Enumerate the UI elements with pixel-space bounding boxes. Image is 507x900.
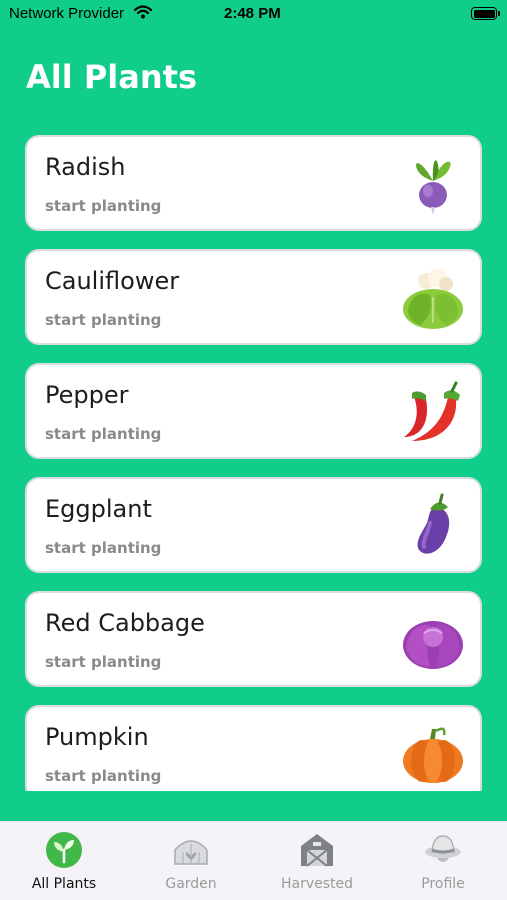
page-title: All Plants	[26, 58, 197, 96]
plant-card-radish[interactable]: Radish start planting	[25, 135, 482, 231]
carrier-label: Network Provider	[9, 5, 125, 22]
wifi-icon	[133, 5, 153, 23]
tab-harvested[interactable]: Harvested	[254, 822, 380, 900]
tab-label: Harvested	[280, 876, 354, 892]
battery-icon	[471, 7, 500, 20]
farmer-hat-icon	[425, 835, 461, 862]
eggplant-icon	[417, 493, 450, 554]
plant-status: start planting	[45, 311, 162, 329]
tab-profile[interactable]: Profile	[380, 822, 506, 900]
plant-card-red-cabbage[interactable]: Red Cabbage start planting	[25, 591, 482, 687]
red-cabbage-icon	[403, 621, 463, 669]
plant-status: start planting	[45, 425, 162, 443]
tab-bar: All Plants Garden Harvested Profile	[0, 821, 507, 900]
plant-card-cauliflower[interactable]: Cauliflower start planting	[25, 249, 482, 345]
plant-name: Radish	[45, 153, 126, 181]
plant-card-pepper[interactable]: Pepper start planting	[25, 363, 482, 459]
plant-status: start planting	[45, 767, 162, 785]
plant-card-eggplant[interactable]: Eggplant start planting	[25, 477, 482, 573]
plant-status: start planting	[45, 197, 162, 215]
tab-garden[interactable]: Garden	[128, 822, 254, 900]
status-bar: Network Provider 2:48 PM	[0, 0, 507, 28]
radish-icon	[415, 160, 451, 215]
clock: 2:48 PM	[224, 5, 281, 22]
plant-status: start planting	[45, 539, 162, 557]
tab-all-plants[interactable]: All Plants	[1, 822, 127, 900]
pepper-icon	[404, 381, 460, 441]
plant-name: Pepper	[45, 381, 129, 409]
greenhouse-icon	[174, 840, 208, 865]
plant-list[interactable]: Radish start planting Cauliflower start …	[25, 135, 482, 791]
plant-status: start planting	[45, 653, 162, 671]
barn-icon	[301, 834, 333, 867]
sprout-icon	[46, 832, 82, 868]
plant-name: Cauliflower	[45, 267, 180, 295]
plant-name: Pumpkin	[45, 723, 149, 751]
tab-label: Profile	[421, 876, 465, 892]
tab-label: Garden	[165, 876, 217, 892]
cauliflower-icon	[403, 269, 463, 329]
pumpkin-icon	[403, 727, 463, 783]
plant-name: Red Cabbage	[45, 609, 205, 637]
plant-name: Eggplant	[45, 495, 152, 523]
tab-label: All Plants	[31, 876, 97, 892]
plant-card-pumpkin[interactable]: Pumpkin start planting	[25, 705, 482, 791]
